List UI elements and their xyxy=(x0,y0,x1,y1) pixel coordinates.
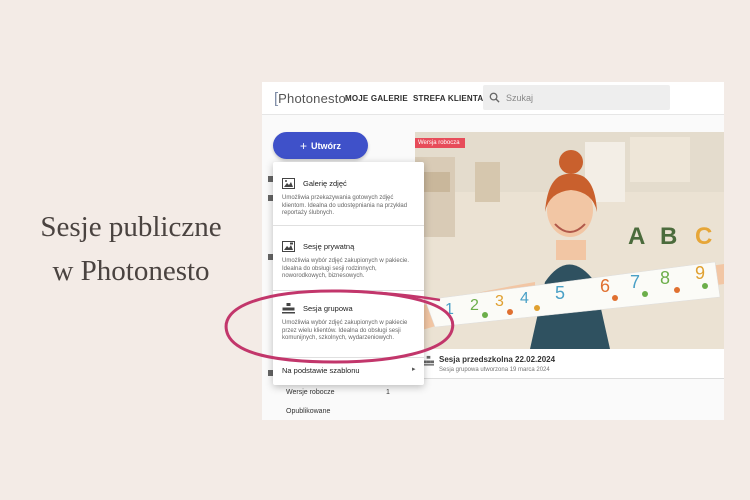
draft-badge: Wersja robocza xyxy=(415,138,465,148)
app-logo[interactable]: [Photonesto xyxy=(274,90,346,107)
svg-text:7: 7 xyxy=(630,272,640,292)
private-session-icon xyxy=(282,241,295,252)
gallery-card-info[interactable]: Sesja przedszkolna 22.02.2024 Sesja grup… xyxy=(415,349,724,379)
search-icon xyxy=(489,92,500,103)
svg-text:6: 6 xyxy=(600,276,610,296)
cover-photo-illustration: A B C 1 2 3 4 5 6 7 8 9 xyxy=(415,132,724,349)
svg-text:8: 8 xyxy=(660,268,670,288)
group-session-icon xyxy=(423,355,434,366)
menu-item-title: Sesja grupowa xyxy=(303,304,353,313)
menu-item-description: Umożliwia wybór zdjęć zakupionych w paki… xyxy=(282,320,408,341)
sidebar-item-published[interactable]: Opublikowane xyxy=(286,408,330,415)
svg-text:4: 4 xyxy=(520,290,529,307)
gallery-title: Sesja przedszkolna 22.02.2024 xyxy=(439,355,556,364)
promo-headline: Sesje publiczne w Photonesto xyxy=(0,205,262,293)
menu-item-title: Sesję prywatną xyxy=(303,242,355,251)
search-box[interactable] xyxy=(483,85,670,110)
headline-line-2: w Photonesto xyxy=(52,255,210,287)
search-input[interactable] xyxy=(506,92,656,103)
group-session-icon xyxy=(282,303,295,314)
menu-item-photo-gallery[interactable]: Galerię zdjęć Umożliwia przekazywania go… xyxy=(273,162,424,224)
menu-item-private-session[interactable]: Sesję prywatną Umożliwia wybór zdjęć zak… xyxy=(273,226,424,289)
create-button[interactable]: + Utwórz xyxy=(273,132,368,159)
drafts-count: 1 xyxy=(386,389,390,396)
top-bar: [Photonesto MOJE GALERIE STREFA KLIENTA xyxy=(262,82,724,115)
gallery-cover-photo[interactable]: A B C 1 2 3 4 5 6 7 8 9 Wersja robocza xyxy=(415,132,724,349)
chevron-right-icon: ▸ xyxy=(412,366,416,373)
menu-item-group-session[interactable]: Sesja grupowa Umożliwia wybór zdjęć zaku… xyxy=(273,291,424,356)
headline-line-1: Sesje publiczne xyxy=(40,211,222,243)
menu-item-description: Umożliwia wybór zdjęć zakupionych w paki… xyxy=(282,258,410,279)
menu-item-title: Galerię zdjęć xyxy=(303,179,347,188)
svg-text:B: B xyxy=(660,223,677,250)
svg-text:9: 9 xyxy=(695,263,705,283)
nav-client-zone[interactable]: STREFA KLIENTA xyxy=(413,94,483,103)
menu-item-from-template[interactable]: Na podstawie szablonu xyxy=(282,366,360,375)
image-gallery-icon xyxy=(282,178,295,189)
svg-text:C: C xyxy=(695,223,712,250)
menu-item-description: Umożliwia przekazywania gotowych zdjęć k… xyxy=(282,195,408,216)
plus-icon: + xyxy=(299,138,307,153)
svg-text:1: 1 xyxy=(445,301,454,318)
logo-text: Photonesto xyxy=(278,91,346,106)
sidebar-item-drafts[interactable]: Wersje robocze xyxy=(286,389,335,396)
svg-text:5: 5 xyxy=(555,283,565,303)
nav-my-galleries[interactable]: MOJE GALERIE xyxy=(345,94,408,103)
svg-text:2: 2 xyxy=(470,297,479,314)
create-dropdown-menu: Galerię zdjęć Umożliwia przekazywania go… xyxy=(273,162,424,385)
menu-divider xyxy=(273,357,424,358)
gallery-subtitle: Sesja grupowa utworzona 19 marca 2024 xyxy=(439,367,550,373)
create-button-label: Utwórz xyxy=(311,140,341,151)
svg-text:A: A xyxy=(628,223,645,250)
svg-text:3: 3 xyxy=(495,293,504,310)
